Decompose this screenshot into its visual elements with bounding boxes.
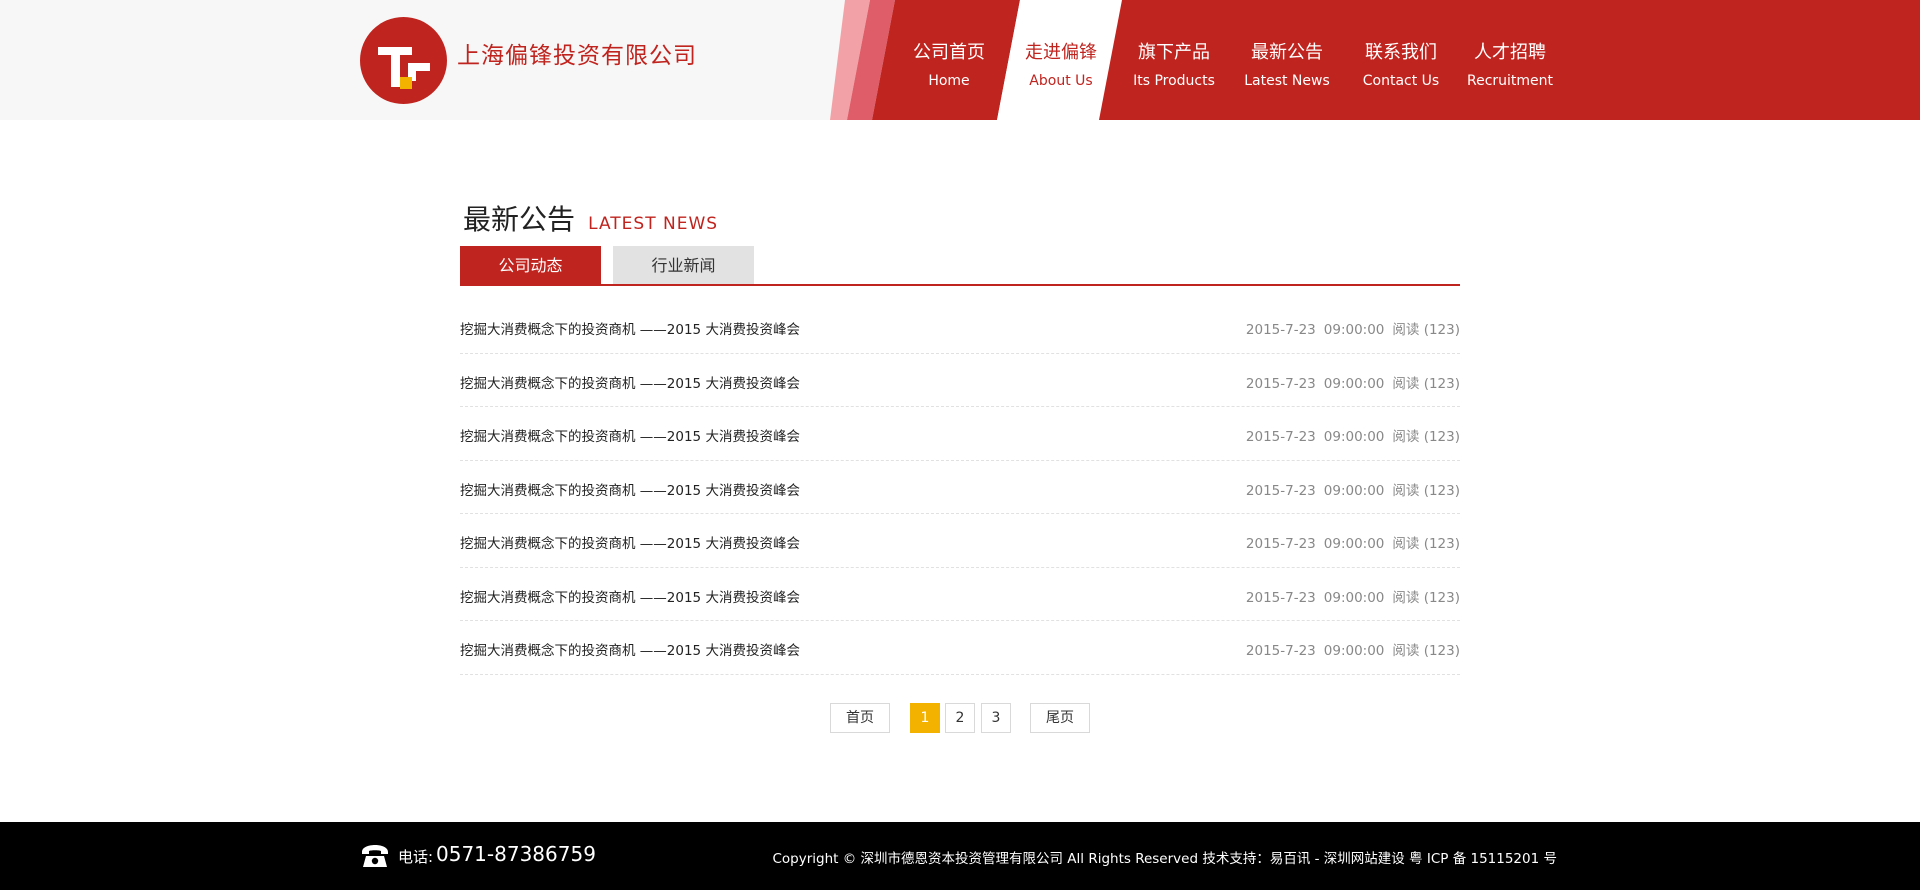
- nav-contact-us[interactable]: 联系我们 Contact Us: [1341, 0, 1461, 120]
- news-time: 09:00:00: [1323, 429, 1385, 445]
- nav-home-label-cn: 公司首页: [913, 42, 985, 63]
- section-title-cn: 最新公告: [463, 203, 576, 236]
- nav-latest-news-label-en: Latest News: [1244, 73, 1330, 89]
- news-title[interactable]: 挖掘大消费概念下的投资商机 ——2015 大消费投资峰会: [460, 586, 800, 606]
- nav-about-us-label-en: About Us: [1029, 73, 1093, 89]
- news-title[interactable]: 挖掘大消费概念下的投资商机 ——2015 大消费投资峰会: [460, 425, 800, 445]
- news-meta: 2015-7-23 09:00:00 阅读 (123): [1246, 318, 1460, 338]
- news-title[interactable]: 挖掘大消费概念下的投资商机 ——2015 大消费投资峰会: [460, 532, 800, 552]
- news-meta: 2015-7-23 09:00:00 阅读 (123): [1246, 425, 1460, 445]
- nav-recruitment-label-cn: 人才招聘: [1474, 42, 1546, 63]
- nav-latest-news[interactable]: 最新公告 Latest News: [1227, 0, 1347, 120]
- news-time: 09:00:00: [1323, 482, 1385, 499]
- news-title[interactable]: 挖掘大消费概念下的投资商机 ——2015 大消费投资峰会: [460, 318, 800, 338]
- tab-divider: [460, 284, 1460, 286]
- nav-recruitment[interactable]: 人才招聘 Recruitment: [1450, 0, 1570, 120]
- news-views: 阅读 (123): [1392, 322, 1460, 338]
- news-date: 2015-7-23: [1245, 429, 1316, 445]
- nav-about-us[interactable]: 走进偏锋 About Us: [1001, 0, 1121, 120]
- news-date: 2015-7-23: [1245, 589, 1316, 606]
- pager-page-2[interactable]: 2: [945, 703, 975, 733]
- news-time: 09:00:00: [1323, 589, 1385, 606]
- nav-recruitment-label-en: Recruitment: [1466, 73, 1554, 89]
- nav-home-label-en: Home: [928, 73, 970, 89]
- news-item[interactable]: 挖掘大消费概念下的投资商机 ——2015 大消费投资峰会 2015-7-23 09…: [460, 354, 1460, 407]
- company-name: 上海偏锋投资有限公司: [457, 43, 697, 69]
- nav-about-us-label-cn: 走进偏锋: [1025, 42, 1097, 63]
- nav-contact-us-label-cn: 联系我们: [1365, 42, 1437, 63]
- news-date: 2015-7-23: [1245, 643, 1316, 659]
- news-list: 挖掘大消费概念下的投资商机 ——2015 大消费投资峰会 2015-7-23 09…: [460, 300, 1460, 675]
- site-header: 上海偏锋投资有限公司 公司首页 Home 走进偏锋 About Us 旗下产品 …: [0, 0, 1920, 120]
- news-item[interactable]: 挖掘大消费概念下的投资商机 ——2015 大消费投资峰会 2015-7-23 09…: [460, 514, 1460, 568]
- news-views: 阅读 (123): [1392, 536, 1460, 552]
- nav-products-label-cn: 旗下产品: [1138, 42, 1210, 63]
- news-views: 阅读 (123): [1392, 375, 1460, 392]
- news-date: 2015-7-23: [1245, 322, 1316, 338]
- pager-first-button[interactable]: 首页: [830, 703, 890, 733]
- news-title[interactable]: 挖掘大消费概念下的投资商机 ——2015 大消费投资峰会: [460, 372, 800, 392]
- news-item[interactable]: 挖掘大消费概念下的投资商机 ——2015 大消费投资峰会 2015-7-23 09…: [460, 407, 1460, 461]
- nav-home[interactable]: 公司首页 Home: [889, 0, 1009, 120]
- nav-contact-us-label-en: Contact Us: [1362, 73, 1440, 89]
- news-views: 阅读 (123): [1392, 589, 1460, 606]
- news-item[interactable]: 挖掘大消费概念下的投资商机 ——2015 大消费投资峰会 2015-7-23 09…: [460, 300, 1460, 354]
- tab-industry-news[interactable]: 行业新闻: [613, 246, 754, 285]
- pager-page-3[interactable]: 3: [981, 703, 1011, 733]
- news-item[interactable]: 挖掘大消费概念下的投资商机 ——2015 大消费投资峰会 2015-7-23 09…: [460, 621, 1460, 675]
- section-title-en: LATEST NEWS: [588, 214, 719, 234]
- news-time: 09:00:00: [1323, 375, 1385, 392]
- news-meta: 2015-7-23 09:00:00 阅读 (123): [1246, 532, 1460, 552]
- news-views: 阅读 (123): [1392, 643, 1460, 659]
- news-date: 2015-7-23: [1245, 375, 1316, 392]
- phone-label: 电话:: [398, 848, 434, 866]
- news-date: 2015-7-23: [1245, 536, 1316, 552]
- news-title[interactable]: 挖掘大消费概念下的投资商机 ——2015 大消费投资峰会: [460, 479, 800, 499]
- news-title[interactable]: 挖掘大消费概念下的投资商机 ——2015 大消费投资峰会: [460, 639, 800, 659]
- news-meta: 2015-7-23 09:00:00 阅读 (123): [1246, 586, 1460, 606]
- news-date: 2015-7-23: [1245, 482, 1316, 499]
- news-time: 09:00:00: [1323, 643, 1385, 659]
- news-meta: 2015-7-23 09:00:00 阅读 (123): [1246, 479, 1460, 499]
- news-item[interactable]: 挖掘大消费概念下的投资商机 ——2015 大消费投资峰会 2015-7-23 09…: [460, 461, 1460, 514]
- news-meta: 2015-7-23 09:00:00 阅读 (123): [1246, 372, 1460, 392]
- phone-number: 0571-87386759: [436, 842, 596, 866]
- news-time: 09:00:00: [1323, 536, 1385, 552]
- nav-products-label-en: Its Products: [1133, 73, 1215, 89]
- pager-last-button[interactable]: 尾页: [1030, 703, 1090, 733]
- news-item[interactable]: 挖掘大消费概念下的投资商机 ——2015 大消费投资峰会 2015-7-23 09…: [460, 568, 1460, 621]
- copyright-text: Copyright © 深圳市德恩资本投资管理有限公司 All Rights R…: [772, 851, 1557, 867]
- nav-products[interactable]: 旗下产品 Its Products: [1114, 0, 1234, 120]
- news-time: 09:00:00: [1323, 322, 1385, 338]
- site-footer: 电话: 0571-87386759 Copyright © 深圳市德恩资本投资管…: [0, 822, 1920, 890]
- section-title: 最新公告 LATEST NEWS: [463, 198, 718, 238]
- news-views: 阅读 (123): [1392, 429, 1460, 445]
- telephone-icon: [362, 845, 388, 867]
- nav-latest-news-label-cn: 最新公告: [1251, 42, 1323, 63]
- tab-company-news[interactable]: 公司动态: [460, 246, 601, 285]
- pager-page-1[interactable]: 1: [910, 703, 940, 733]
- news-meta: 2015-7-23 09:00:00 阅读 (123): [1246, 639, 1460, 659]
- news-views: 阅读 (123): [1392, 482, 1460, 499]
- company-logo[interactable]: [360, 17, 447, 104]
